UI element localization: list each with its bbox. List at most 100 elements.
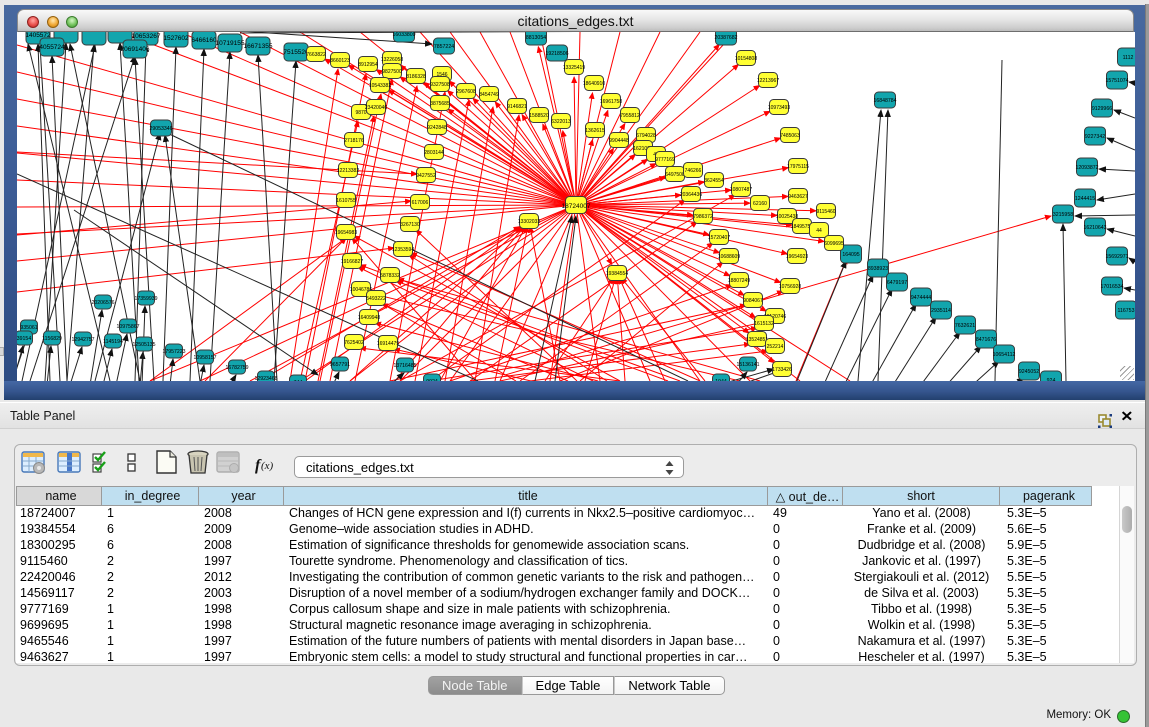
- svg-text:15136141: 15136141: [736, 362, 759, 368]
- svg-text:9827500: 9827500: [382, 69, 402, 75]
- svg-text:7515526: 7515526: [283, 49, 309, 56]
- svg-text:20387682: 20387682: [714, 35, 737, 41]
- svg-text:16914479: 16914479: [377, 341, 399, 347]
- svg-text:5878332: 5878332: [380, 273, 400, 279]
- svg-text:746266: 746266: [685, 168, 702, 174]
- svg-text:12942757: 12942757: [71, 337, 94, 343]
- svg-text:7986372: 7986372: [693, 214, 713, 220]
- svg-text:744: 744: [294, 380, 303, 381]
- svg-text:10807487: 10807487: [730, 187, 752, 193]
- svg-text:12213382: 12213382: [337, 168, 359, 174]
- svg-text:13302033: 13302033: [518, 219, 540, 225]
- svg-text:62160: 62160: [753, 201, 767, 207]
- svg-text:1145194: 1145194: [103, 339, 123, 345]
- svg-text:10654112: 10654112: [993, 352, 1016, 358]
- svg-text:17359939: 17359939: [134, 296, 157, 302]
- svg-text:6099695: 6099695: [824, 241, 844, 247]
- svg-text:13716485: 13716485: [393, 363, 416, 369]
- svg-text:1610755: 1610755: [336, 198, 356, 204]
- svg-text:9129966: 9129966: [1092, 106, 1112, 112]
- svg-text:9327508: 9327508: [430, 82, 450, 88]
- svg-text:29053346: 29053346: [149, 126, 172, 132]
- svg-text:1588520: 1588520: [529, 113, 549, 119]
- svg-text:15751074: 15751074: [1105, 78, 1128, 84]
- svg-text:9463627: 9463627: [788, 194, 808, 200]
- svg-text:13325419: 13325419: [563, 65, 585, 71]
- svg-text:16210643: 16210643: [1083, 225, 1106, 231]
- svg-text:3215958: 3215958: [1053, 212, 1073, 218]
- svg-text:16409948: 16409948: [358, 315, 380, 321]
- svg-text:2967608: 2967608: [456, 89, 476, 95]
- svg-text:617006: 617006: [412, 200, 429, 206]
- svg-text:6466160: 6466160: [191, 37, 217, 44]
- svg-text:8813054: 8813054: [526, 35, 546, 41]
- svg-text:7663822: 7663822: [306, 52, 326, 58]
- svg-text:16671355: 16671355: [244, 43, 273, 50]
- svg-text:19654923: 19654923: [786, 254, 808, 260]
- svg-text:1733426: 1733426: [772, 367, 792, 373]
- svg-text:8912954: 8912954: [358, 62, 378, 68]
- svg-text:7485063: 7485063: [780, 133, 800, 139]
- svg-text:17016534: 17016534: [1100, 284, 1123, 290]
- svg-text:7625402: 7625402: [344, 340, 364, 346]
- svg-text:1244415: 1244415: [1075, 196, 1095, 202]
- svg-text:18640910: 18640910: [583, 81, 605, 87]
- svg-text:8454749: 8454749: [479, 92, 499, 98]
- svg-text:10975867: 10975867: [116, 324, 139, 330]
- svg-text:7857224: 7857224: [434, 44, 454, 50]
- svg-text:935061: 935061: [20, 325, 37, 331]
- svg-text:18807249: 18807249: [728, 278, 750, 284]
- svg-text:1527602: 1527602: [163, 35, 189, 42]
- svg-text:19384554: 19384554: [606, 271, 628, 277]
- svg-text:(x): (x): [261, 460, 274, 472]
- svg-text:15720407: 15720407: [708, 235, 730, 241]
- svg-text:44: 44: [816, 228, 822, 234]
- svg-text:8660123: 8660123: [330, 58, 350, 64]
- svg-text:20364436: 20364436: [680, 192, 702, 198]
- svg-text:15692971: 15692971: [1105, 254, 1128, 260]
- svg-text:10653267: 10653267: [132, 33, 161, 40]
- svg-text:10756928: 10756928: [779, 284, 801, 290]
- svg-text:1615132: 1615132: [754, 321, 774, 327]
- svg-text:924: 924: [1047, 378, 1056, 381]
- svg-text:9427552: 9427552: [416, 173, 436, 179]
- svg-text:12923468: 12923468: [254, 376, 277, 381]
- svg-text:1944: 1944: [715, 379, 727, 381]
- svg-text:17957223: 17957223: [162, 349, 185, 355]
- svg-text:9777169: 9777169: [655, 157, 675, 163]
- svg-text:9115460: 9115460: [816, 209, 835, 215]
- svg-text:7955812: 7955812: [620, 113, 640, 119]
- svg-text:18724007: 18724007: [562, 203, 591, 210]
- svg-text:12505135: 12505135: [132, 342, 155, 348]
- svg-text:1362615: 1362615: [585, 128, 605, 134]
- svg-text:10719155: 10719155: [216, 40, 245, 47]
- svg-text:23420046: 23420046: [365, 105, 387, 111]
- svg-text:6497508: 6497508: [665, 172, 685, 178]
- svg-text:4055724: 4055724: [39, 44, 65, 51]
- svg-text:8471676: 8471676: [976, 337, 996, 343]
- svg-text:3267130: 3267130: [400, 222, 420, 228]
- svg-text:9657791: 9657791: [330, 362, 350, 368]
- svg-text:6322013: 6322013: [551, 119, 571, 125]
- svg-text:12353594: 12353594: [392, 247, 414, 253]
- svg-text:16782759: 16782759: [225, 365, 248, 371]
- svg-text:116753: 116753: [1118, 308, 1135, 314]
- svg-text:10958157: 10958157: [193, 355, 216, 361]
- svg-text:17975115: 17975115: [787, 164, 809, 170]
- svg-text:20206576: 20206576: [91, 300, 114, 306]
- svg-text:6794028: 6794028: [636, 133, 656, 139]
- svg-text:20691406: 20691406: [121, 46, 150, 53]
- svg-text:16033809: 16033809: [392, 32, 415, 38]
- svg-text:19218506: 19218506: [545, 51, 568, 57]
- svg-text:2718176: 2718176: [344, 138, 364, 144]
- svg-text:3875685: 3875685: [430, 101, 450, 107]
- svg-text:164095: 164095: [842, 252, 859, 258]
- svg-text:16961758: 16961758: [600, 99, 622, 105]
- svg-text:1112: 1112: [1123, 55, 1134, 61]
- svg-text:16848784: 16848784: [873, 98, 896, 104]
- svg-text:2803144: 2803144: [424, 150, 444, 156]
- svg-text:9242848: 9242848: [427, 125, 447, 131]
- svg-text:9146821: 9146821: [507, 104, 527, 110]
- svg-text:9924: 9924: [426, 379, 438, 381]
- svg-text:252214: 252214: [767, 344, 784, 350]
